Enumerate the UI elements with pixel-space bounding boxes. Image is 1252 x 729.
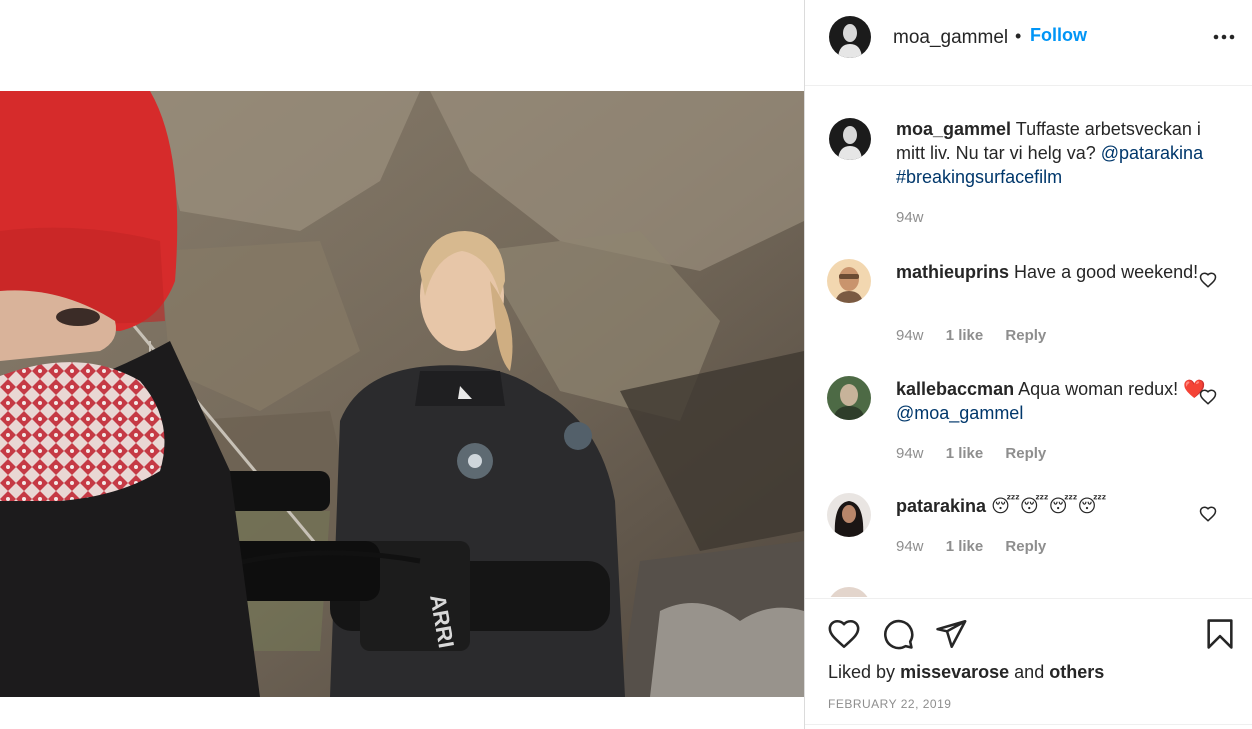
comments-list[interactable]: moa_gammel Tuffaste arbetsveckan i mitt … <box>805 87 1252 597</box>
author-avatar[interactable] <box>829 16 871 58</box>
post-header: moa_gammel • Follow <box>805 0 1252 86</box>
comment-username[interactable]: patarakina <box>896 496 986 516</box>
avatar-image <box>829 118 871 160</box>
more-horizontal-icon[interactable] <box>1211 28 1239 46</box>
liked-by-prefix: Liked by <box>828 662 896 682</box>
comment-age[interactable]: 94w <box>896 445 924 462</box>
caption-age[interactable]: 94w <box>896 209 924 226</box>
comment-mention[interactable]: @moa_gammel <box>896 403 1023 423</box>
liked-by-user[interactable]: missevarose <box>900 662 1009 682</box>
comment-avatar[interactable] <box>827 376 871 420</box>
comment-likes[interactable]: 1 like <box>946 327 984 344</box>
comment-like-heart-icon[interactable] <box>1199 271 1217 289</box>
author-username[interactable]: moa_gammel <box>893 27 1008 49</box>
caption-username[interactable]: moa_gammel <box>896 119 1011 139</box>
caption-mention[interactable]: @patarakina <box>1101 143 1203 163</box>
comment-likes[interactable]: 1 like <box>946 538 984 555</box>
share-paper-plane-icon[interactable] <box>934 617 968 651</box>
comment-meta: 94w 1 like Reply <box>896 327 1064 344</box>
caption-meta: 94w <box>896 209 942 226</box>
like-heart-icon[interactable] <box>827 617 861 651</box>
post-photo-illustration: ARRI <box>0 91 804 697</box>
comment-meta: 94w 1 like Reply <box>896 538 1064 555</box>
likes-summary: Liked by missevarose and others <box>828 662 1104 683</box>
comment-text: 😴😴😴😴 <box>991 496 1107 516</box>
comment-like-heart-icon[interactable] <box>1199 505 1217 523</box>
comment-body: patarakina 😴😴😴😴 <box>896 494 1206 518</box>
post-photo[interactable]: ARRI <box>0 91 804 697</box>
post-date[interactable]: FEBRUARY 22, 2019 <box>828 697 951 711</box>
avatar-image <box>827 259 871 303</box>
comment-like-heart-icon[interactable] <box>1199 388 1217 406</box>
caption-hashtag[interactable]: #breakingsurfacefilm <box>896 167 1062 187</box>
avatar-image <box>827 376 871 420</box>
liked-others-link[interactable]: others <box>1049 662 1104 682</box>
comment-username[interactable]: mathieuprins <box>896 262 1009 282</box>
post-media: ARRI <box>0 0 804 729</box>
comment-body: mathieuprins Have a good weekend! <box>896 260 1206 284</box>
comment-avatar[interactable] <box>827 259 871 303</box>
comment-avatar[interactable] <box>827 587 871 597</box>
comment-bubble-icon[interactable] <box>881 617 915 651</box>
comment-body: kallebaccman Aqua woman redux! ❤️ @moa_g… <box>896 377 1206 425</box>
comment-text: Have a good weekend! <box>1014 262 1199 282</box>
comment-reply-button[interactable]: Reply <box>1005 327 1046 344</box>
header-separator-dot: • <box>1015 26 1022 46</box>
comment-reply-button[interactable]: Reply <box>1005 538 1046 555</box>
divider <box>805 724 1252 725</box>
liked-and: and <box>1014 662 1045 682</box>
comment-meta: 94w 1 like Reply <box>896 445 1064 462</box>
avatar-image <box>827 493 871 537</box>
avatar-image <box>829 16 871 58</box>
comment-reply-button[interactable]: Reply <box>1005 445 1046 462</box>
comment-age[interactable]: 94w <box>896 538 924 555</box>
bookmark-icon[interactable] <box>1203 617 1237 651</box>
post-sidebar: moa_gammel • Follow moa_gammel Tuffaste … <box>804 0 1252 729</box>
caption-avatar[interactable] <box>829 118 871 160</box>
comment-age[interactable]: 94w <box>896 327 924 344</box>
follow-button[interactable]: Follow <box>1030 25 1087 46</box>
comment-text: Aqua woman redux! <box>1018 379 1179 399</box>
comment-likes[interactable]: 1 like <box>946 445 984 462</box>
caption-body: moa_gammel Tuffaste arbetsveckan i mitt … <box>896 117 1206 189</box>
comment-avatar[interactable] <box>827 493 871 537</box>
comment-username[interactable]: kallebaccman <box>896 379 1014 399</box>
